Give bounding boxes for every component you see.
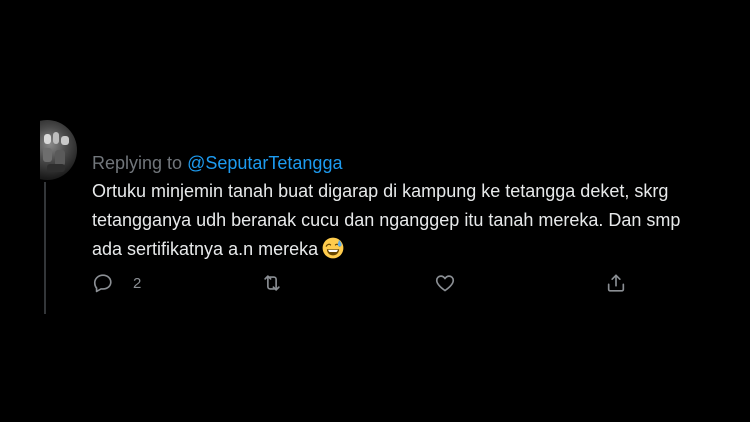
retweet-button[interactable] (261, 270, 302, 296)
tweet-text-line-3: ada sertifikatnya a.n mereka (92, 235, 708, 264)
heart-icon (435, 275, 455, 292)
tweet-actions: 2 (92, 270, 632, 296)
avatar-image (40, 120, 77, 180)
tweet-text: Ortuku minjemin tanah buat digarap di ka… (92, 177, 708, 264)
tweet-text-line-1: Ortuku minjemin tanah buat digarap di ka… (92, 181, 669, 201)
reply-icon (93, 274, 112, 293)
thread-line (44, 182, 46, 314)
replying-to-handle[interactable]: @SeputarTetangga (187, 153, 342, 173)
share-button[interactable] (605, 270, 627, 296)
like-button[interactable] (434, 270, 475, 296)
share-icon (607, 274, 625, 292)
avatar[interactable] (40, 120, 77, 180)
reply-button[interactable]: 2 (92, 270, 141, 296)
tweet-reply: Replying to @SeputarTetangga Ortuku minj… (0, 0, 750, 422)
replying-to-label: Replying to (92, 153, 183, 173)
retweet-icon (264, 275, 280, 291)
grinning-face-with-sweat-icon (322, 237, 344, 259)
tweet-text-line-3-content: ada sertifikatnya a.n mereka (92, 239, 319, 259)
replying-to: Replying to @SeputarTetangga (92, 152, 342, 174)
tweet-text-line-2: tetangganya udh beranak cucu dan ngangge… (92, 210, 681, 230)
reply-count: 2 (133, 274, 142, 292)
